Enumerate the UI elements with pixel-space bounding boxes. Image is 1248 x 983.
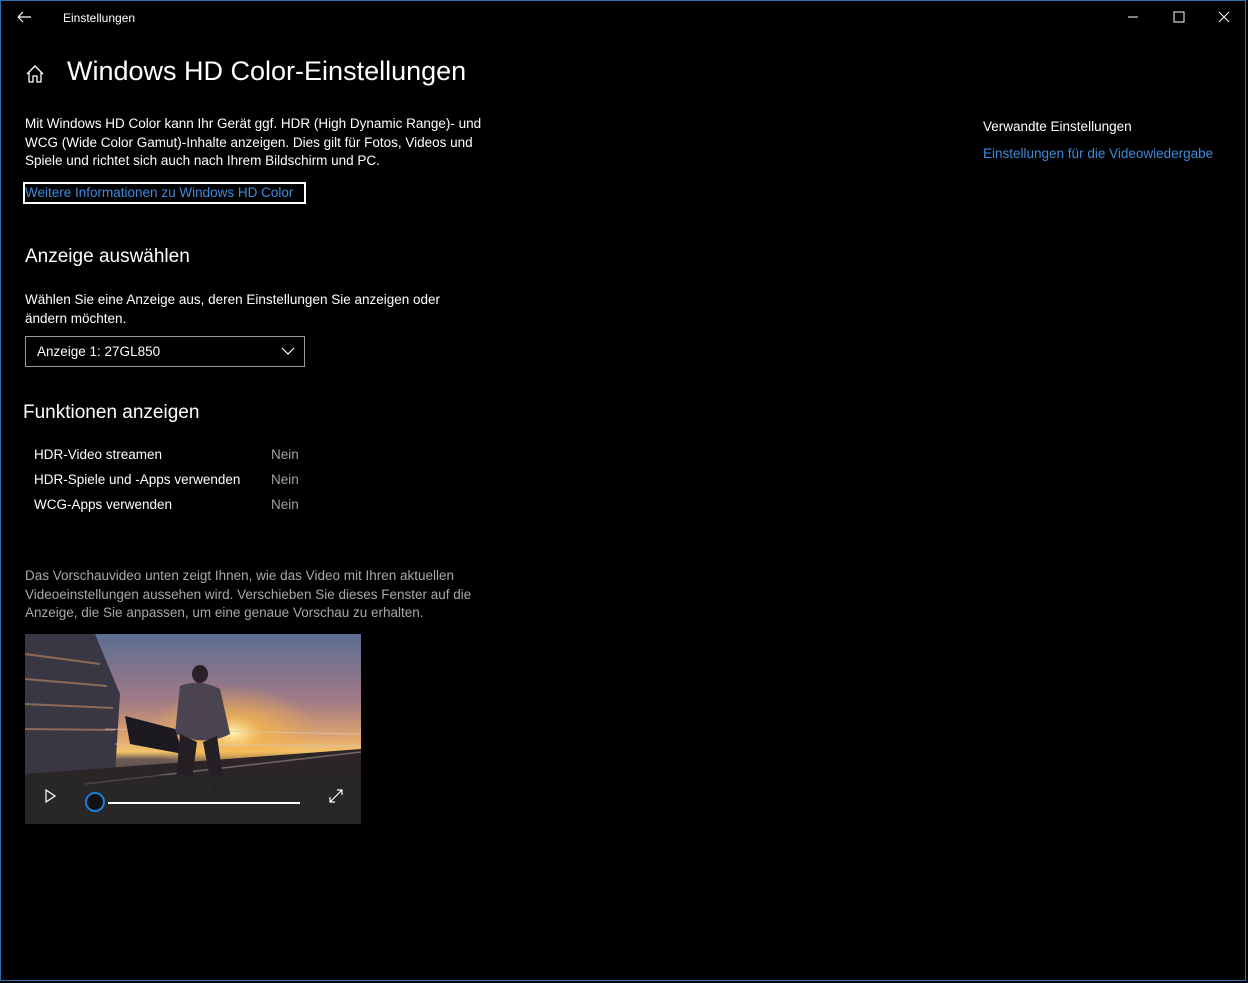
play-icon[interactable] bbox=[42, 788, 58, 804]
seek-bar-thumb[interactable] bbox=[85, 792, 105, 812]
feature-value: Nein bbox=[271, 472, 299, 487]
home-icon bbox=[26, 65, 44, 83]
minimize-icon bbox=[1128, 16, 1138, 18]
feature-row: WCG-Apps verwenden Nein bbox=[34, 497, 334, 517]
more-info-link[interactable]: Weitere Informationen zu Windows HD Colo… bbox=[23, 182, 306, 204]
intro-text: Mit Windows HD Color kann Ihr Gerät ggf.… bbox=[25, 116, 482, 168]
feature-name: WCG-Apps verwenden bbox=[34, 497, 173, 512]
title-bar: Einstellungen bbox=[0, 0, 1248, 34]
preview-description: Das Vorschauvideo unten zeigt Ihnen, wie… bbox=[25, 568, 472, 620]
feature-row: HDR-Spiele und -Apps verwenden Nein bbox=[34, 472, 334, 492]
minimize-button[interactable] bbox=[1110, 0, 1156, 34]
page-title: Windows HD Color-Einstellungen bbox=[67, 56, 467, 86]
feature-value: Nein bbox=[271, 497, 299, 512]
back-button[interactable] bbox=[10, 6, 40, 28]
chevron-down-icon bbox=[281, 347, 295, 355]
video-playback-settings-link[interactable]: Einstellungen für die Videowiedergabe bbox=[983, 146, 1213, 161]
home-button[interactable] bbox=[24, 63, 46, 85]
display-dropdown[interactable]: Anzeige 1: 27GL850 bbox=[25, 336, 305, 367]
select-display-description: Wählen Sie eine Anzeige aus, deren Einst… bbox=[25, 292, 441, 326]
feature-name: HDR-Video streamen bbox=[34, 447, 163, 462]
select-display-heading: Anzeige auswählen bbox=[25, 246, 190, 267]
fullscreen-icon[interactable] bbox=[328, 788, 344, 804]
feature-name: HDR-Spiele und -Apps verwenden bbox=[34, 472, 241, 487]
video-controls bbox=[25, 775, 361, 824]
app-title: Einstellungen bbox=[63, 11, 136, 25]
seek-bar-track[interactable] bbox=[108, 802, 300, 804]
maximize-icon bbox=[1173, 11, 1185, 23]
related-settings-heading: Verwandte Einstellungen bbox=[983, 119, 1132, 134]
maximize-button[interactable] bbox=[1156, 0, 1202, 34]
features-heading: Funktionen anzeigen bbox=[23, 402, 200, 423]
close-icon bbox=[1218, 11, 1230, 23]
preview-video[interactable] bbox=[25, 634, 361, 824]
back-arrow-icon bbox=[17, 11, 31, 23]
close-button[interactable] bbox=[1201, 0, 1247, 34]
display-dropdown-value: Anzeige 1: 27GL850 bbox=[37, 344, 161, 359]
feature-value: Nein bbox=[271, 447, 299, 462]
feature-row: HDR-Video streamen Nein bbox=[34, 447, 334, 467]
